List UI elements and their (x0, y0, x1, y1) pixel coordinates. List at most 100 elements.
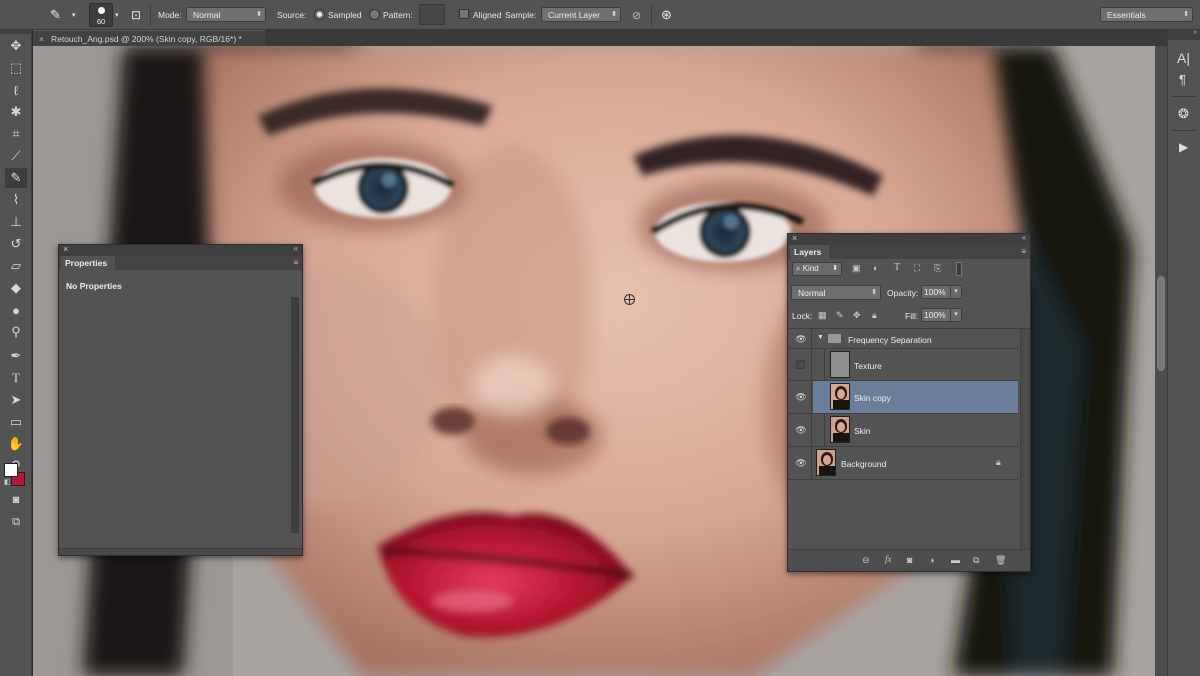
mode-select[interactable]: Normal ⬍ (186, 7, 266, 22)
select-arrows-icon: ⬍ (871, 289, 877, 296)
scrollbar-thumb[interactable] (1157, 276, 1165, 371)
path-selection-tool-icon[interactable]: ➤ (5, 390, 27, 410)
lock-position-icon[interactable]: ✥ (853, 310, 861, 321)
move-tool-icon[interactable]: ✥ (5, 36, 27, 56)
layer-row[interactable]: Texture (788, 349, 1018, 381)
add-mask-icon[interactable]: ◙ (907, 555, 912, 565)
type-tool-icon[interactable]: T (5, 368, 27, 388)
panel-titlebar[interactable]: × « (59, 244, 302, 256)
lasso-tool-icon[interactable]: ℓ (5, 80, 27, 100)
new-adjustment-icon[interactable]: ◑ (929, 555, 934, 565)
panel-menu-icon[interactable]: ≡ (1021, 247, 1026, 256)
properties-scrollbar[interactable] (291, 297, 299, 533)
new-group-icon[interactable]: ▬ (951, 555, 960, 565)
visibility-eye-icon[interactable]: 👁︎ (795, 458, 807, 468)
paint-bucket-tool-icon[interactable]: ◆ (5, 278, 27, 298)
filter-toggle[interactable] (956, 262, 962, 276)
aligned-checkbox[interactable] (459, 9, 469, 19)
actions-panel-icon[interactable]: ▶ (1179, 140, 1188, 154)
foreground-color-swatch[interactable] (4, 463, 18, 477)
paragraph-panel-icon[interactable]: ¶ (1179, 72, 1186, 87)
healing-brush-tool-icon[interactable]: ✎ (5, 168, 27, 188)
layer-group-row[interactable]: 👁︎ ▼ Frequency Separation (788, 329, 1018, 349)
collapse-panel-icon[interactable]: « (294, 244, 298, 253)
opacity-slider-icon[interactable]: ▾ (950, 285, 962, 299)
indent-column (812, 349, 825, 381)
panel-resize-handle[interactable] (59, 548, 302, 555)
ignore-adjustment-layers-icon[interactable]: ⊘ (632, 0, 641, 30)
panel-titlebar[interactable]: × « (788, 233, 1030, 245)
brush-tool-icon[interactable]: ⌇ (5, 190, 27, 210)
screen-mode-icon[interactable]: ⧉ (5, 512, 27, 532)
filter-pixel-icon[interactable]: ▣ (852, 263, 861, 274)
lock-transparent-icon[interactable]: ▦ (818, 310, 827, 321)
filter-type-icon[interactable]: T (894, 262, 900, 273)
rectangle-tool-icon[interactable]: ▭ (5, 412, 27, 432)
document-tab[interactable]: × Retouch_Ang.psd @ 200% (Skin copy, RGB… (33, 30, 265, 46)
new-layer-icon[interactable]: ⧉ (973, 555, 979, 566)
blend-mode-select[interactable]: Normal ⬍ (791, 285, 881, 300)
disclosure-triangle-icon[interactable]: ▼ (817, 334, 824, 341)
spot-healing-brush-icon[interactable]: ✎ (50, 0, 61, 30)
opacity-input[interactable]: 100% (921, 285, 951, 299)
crop-tool-icon[interactable]: ⌗ (5, 124, 27, 144)
clone-stamp-tool-icon[interactable]: ⊥ (5, 212, 27, 232)
hidden-visibility-box[interactable] (796, 360, 805, 369)
panel-menu-icon[interactable]: ≡ (293, 258, 298, 267)
collapse-dock-icon[interactable]: » (1193, 29, 1197, 36)
layer-row-selected[interactable]: 👁︎ Skin copy (788, 381, 1018, 414)
pressure-size-icon[interactable]: ⊛ (661, 0, 672, 30)
visibility-eye-icon[interactable]: 👁︎ (795, 425, 807, 435)
tool-preset-dropdown-icon[interactable]: ▾ (72, 0, 76, 30)
workspace-select[interactable]: Essentials ⬍ (1100, 7, 1193, 22)
filter-adjustment-icon[interactable]: ◐ (873, 263, 878, 273)
layers-scrollbar[interactable] (1020, 329, 1030, 549)
layers-tab-label: Layers (794, 247, 822, 257)
brush-picker-arrow-icon[interactable]: ▾ (115, 0, 119, 30)
magic-wand-tool-icon[interactable]: ✱ (5, 102, 27, 122)
fx-icon[interactable]: fx (885, 554, 892, 564)
visibility-eye-icon[interactable]: 👁︎ (795, 334, 807, 344)
document-scrollbar[interactable] (1155, 46, 1167, 676)
delete-layer-icon[interactable]: 🗑︎ (995, 555, 1006, 566)
hand-tool-icon[interactable]: ✋ (5, 434, 27, 454)
fill-input[interactable]: 100% (921, 308, 951, 322)
separator (651, 4, 652, 26)
visibility-eye-icon[interactable]: 👁︎ (795, 392, 807, 402)
pen-tool-icon[interactable]: ✒ (5, 346, 27, 366)
brush-tip-icon (98, 7, 105, 14)
close-document-icon[interactable]: × (39, 34, 44, 44)
layers-tab[interactable]: Layers (790, 245, 830, 259)
eyedropper-tool-icon[interactable]: ⟋ (5, 146, 27, 166)
channels-panel-icon[interactable]: ❂ (1178, 106, 1189, 122)
lock-all-icon[interactable]: 🔒︎ (872, 310, 877, 321)
tools-panel: ✥ ⬚ ℓ ✱ ⌗ ⟋ ✎ ⌇ ⊥ ↺ ▱ ◆ ● ⚲ ✒ T ➤ ▭ ✋ ⚲ … (0, 30, 32, 676)
link-layers-icon[interactable]: ⊖ (862, 555, 870, 566)
brush-size-picker[interactable]: 60 (89, 3, 113, 27)
history-brush-tool-icon[interactable]: ↺ (5, 234, 27, 254)
close-panel-icon[interactable]: × (63, 244, 68, 254)
source-pattern-radio[interactable] (369, 9, 380, 20)
collapse-panel-icon[interactable]: « (1022, 233, 1026, 242)
layer-name: Texture (854, 361, 882, 371)
filter-smart-object-icon[interactable]: ⎘ (934, 263, 941, 274)
blur-tool-icon[interactable]: ● (5, 300, 27, 320)
fill-slider-icon[interactable]: ▾ (950, 308, 962, 322)
sample-select[interactable]: Current Layer ⬍ (541, 7, 621, 22)
layer-row[interactable]: 👁︎ Skin (788, 414, 1018, 447)
pattern-picker[interactable] (419, 4, 445, 25)
brush-panel-icon[interactable]: ⊡ (131, 0, 141, 30)
filter-kind-select[interactable]: ⌕ Kind ⬍ (792, 262, 842, 276)
default-colors-icon[interactable]: ◧ (4, 478, 11, 486)
character-panel-icon[interactable]: A| (1177, 50, 1190, 66)
lock-image-icon[interactable]: ✎ (836, 310, 844, 321)
marquee-tool-icon[interactable]: ⬚ (5, 58, 27, 78)
close-panel-icon[interactable]: × (792, 233, 797, 243)
filter-shape-icon[interactable]: ⛶ (914, 263, 920, 274)
source-sampled-radio[interactable] (314, 9, 325, 20)
dodge-tool-icon[interactable]: ⚲ (5, 322, 27, 342)
quick-mask-icon[interactable]: ◙ (5, 490, 27, 510)
properties-tab[interactable]: Properties (61, 256, 116, 270)
eraser-tool-icon[interactable]: ▱ (5, 256, 27, 276)
layer-row[interactable]: 👁︎ Background 🔒︎ (788, 447, 1018, 480)
